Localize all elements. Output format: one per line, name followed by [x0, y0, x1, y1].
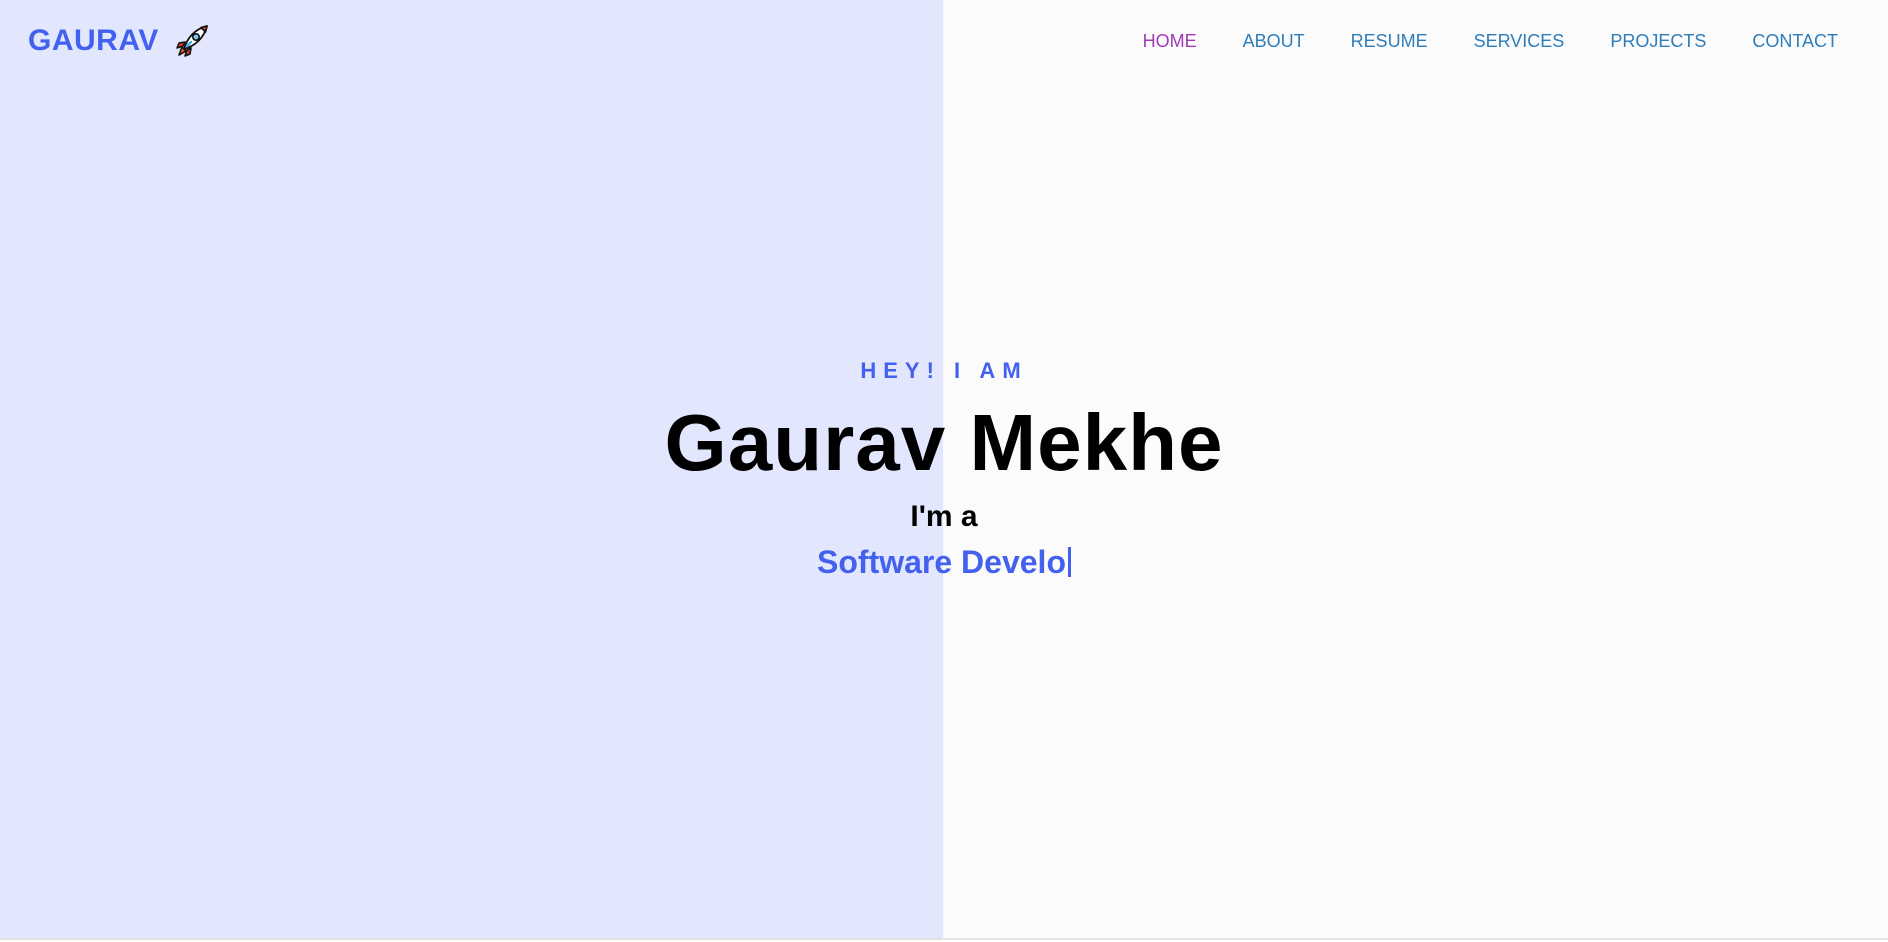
hero-greeting: HEY! I AM — [860, 358, 1028, 383]
nav-about-link[interactable]: ABOUT — [1243, 31, 1305, 52]
hero-typed-role: Software Develo — [0, 542, 1888, 582]
page: GAURAV HOME ABOUT RESUME SERVICES PROJEC… — [0, 0, 1888, 940]
nav-resume-link[interactable]: RESUME — [1351, 31, 1428, 52]
hero-name-heading: Gaurav Mekhe — [664, 398, 1224, 487]
brand-name: GAURAV — [28, 24, 159, 57]
nav-contact-link[interactable]: CONTACT — [1752, 31, 1838, 52]
brand-logo-link[interactable]: GAURAV — [28, 22, 211, 60]
hero-section: HEY! I AM Gaurav Mekhe I'm a Software De… — [0, 356, 1888, 582]
typing-cursor — [1067, 547, 1071, 577]
nav-home-link[interactable]: HOME — [1143, 31, 1197, 52]
main-navigation: HOME ABOUT RESUME SERVICES PROJECTS CONT… — [1097, 31, 1838, 52]
nav-projects-link[interactable]: PROJECTS — [1610, 31, 1706, 52]
nav-services-link[interactable]: SERVICES — [1474, 31, 1565, 52]
navbar: GAURAV HOME ABOUT RESUME SERVICES PROJEC… — [0, 0, 1888, 84]
typed-role-text: Software Develo — [817, 544, 1066, 580]
hero-intro-text: I'm a — [910, 500, 978, 533]
rocket-icon — [173, 22, 211, 60]
